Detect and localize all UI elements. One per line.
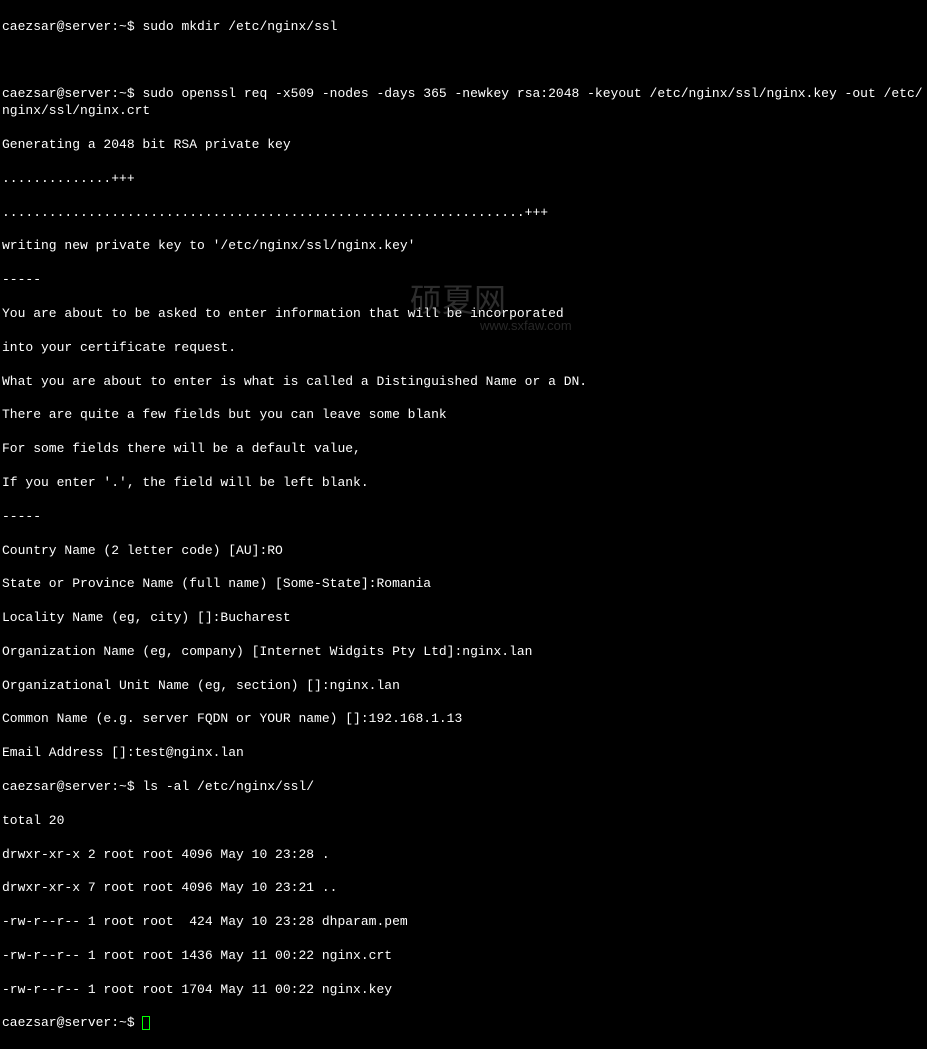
- terminal-output[interactable]: caezsar@server:~$ sudo mkdir /etc/nginx/…: [2, 2, 925, 1049]
- output-line: ..............+++: [2, 171, 925, 188]
- output-line: ........................................…: [2, 205, 925, 222]
- output-line: Generating a 2048 bit RSA private key: [2, 137, 925, 154]
- output-line: You are about to be asked to enter infor…: [2, 306, 925, 323]
- input-line: Common Name (e.g. server FQDN or YOUR na…: [2, 711, 925, 728]
- output-line: What you are about to enter is what is c…: [2, 374, 925, 391]
- ls-total: total 20: [2, 813, 925, 830]
- output-line: writing new private key to '/etc/nginx/s…: [2, 238, 925, 255]
- ls-row: -rw-r--r-- 1 root root 1436 May 11 00:22…: [2, 948, 925, 965]
- input-line: State or Province Name (full name) [Some…: [2, 576, 925, 593]
- ls-row: -rw-r--r-- 1 root root 1704 May 11 00:22…: [2, 982, 925, 999]
- command-text: sudo mkdir /etc/nginx/ssl: [142, 19, 337, 34]
- prompt: caezsar@server:~$: [2, 19, 142, 34]
- command-line: caezsar@server:~$ sudo openssl req -x509…: [2, 86, 925, 120]
- cursor-icon: [142, 1016, 150, 1030]
- output-line: If you enter '.', the field will be left…: [2, 475, 925, 492]
- ls-row: drwxr-xr-x 2 root root 4096 May 10 23:28…: [2, 847, 925, 864]
- ls-row: drwxr-xr-x 7 root root 4096 May 10 23:21…: [2, 880, 925, 897]
- input-line: Locality Name (eg, city) []:Bucharest: [2, 610, 925, 627]
- input-line: Country Name (2 letter code) [AU]:RO: [2, 543, 925, 560]
- input-line: Organizational Unit Name (eg, section) […: [2, 678, 925, 695]
- prompt: caezsar@server:~$: [2, 1015, 142, 1030]
- prompt: caezsar@server:~$: [2, 779, 142, 794]
- prompt-line[interactable]: caezsar@server:~$: [2, 1015, 925, 1032]
- input-line: Organization Name (eg, company) [Interne…: [2, 644, 925, 661]
- command-line: caezsar@server:~$ ls -al /etc/nginx/ssl/: [2, 779, 925, 796]
- prompt: caezsar@server:~$: [2, 86, 142, 101]
- output-line: -----: [2, 509, 925, 526]
- output-line: into your certificate request.: [2, 340, 925, 357]
- output-line: -----: [2, 272, 925, 289]
- input-line: Email Address []:test@nginx.lan: [2, 745, 925, 762]
- ls-row: -rw-r--r-- 1 root root 424 May 10 23:28 …: [2, 914, 925, 931]
- output-line: There are quite a few fields but you can…: [2, 407, 925, 424]
- command-line: caezsar@server:~$ sudo mkdir /etc/nginx/…: [2, 19, 925, 36]
- blank-line: [2, 53, 925, 70]
- command-text: ls -al /etc/nginx/ssl/: [142, 779, 314, 794]
- output-line: For some fields there will be a default …: [2, 441, 925, 458]
